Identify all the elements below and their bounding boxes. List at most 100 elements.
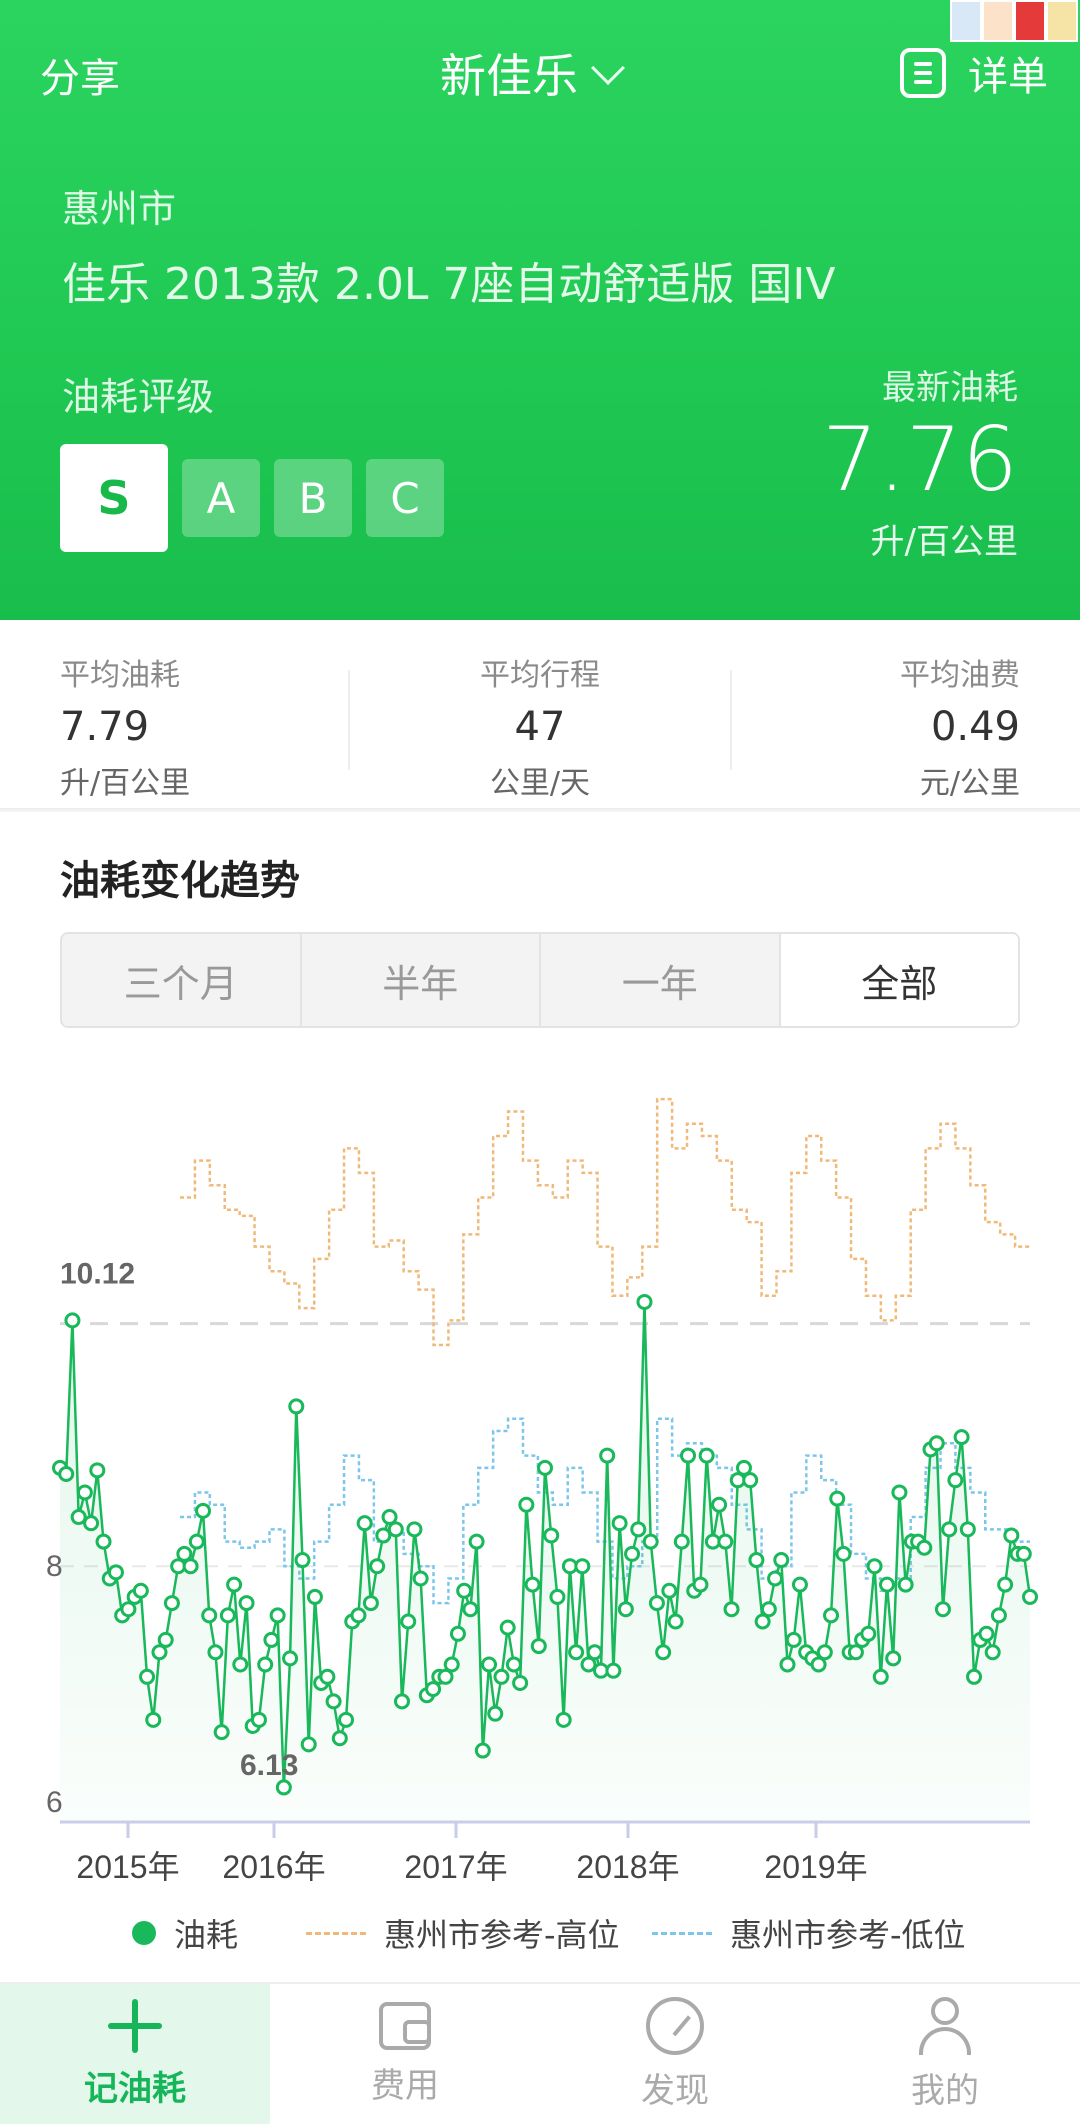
data-point (698, 1447, 715, 1464)
data-point (145, 1711, 162, 1728)
data-point (139, 1668, 156, 1685)
share-button[interactable]: 分享 (40, 46, 120, 104)
data-point (400, 1613, 417, 1630)
data-point (58, 1466, 75, 1483)
data-point (95, 1533, 112, 1550)
nav-label: 我的 (911, 2070, 979, 2111)
data-point (375, 1527, 392, 1544)
data-point (878, 1576, 895, 1593)
data-point (70, 1509, 87, 1526)
data-point (885, 1650, 902, 1667)
data-point (89, 1462, 106, 1479)
data-point (275, 1779, 292, 1796)
stat-avg-cost: 平均油费 0.49 元/公里 (680, 650, 1020, 802)
data-point (83, 1515, 100, 1532)
data-point (872, 1668, 889, 1685)
legend-consumption: 油耗 (132, 1910, 238, 1956)
data-point (474, 1742, 491, 1759)
tab-all[interactable]: 全部 (780, 934, 1018, 1026)
data-point (107, 1564, 124, 1581)
car-selector[interactable]: 新佳乐 (440, 40, 625, 106)
data-point (350, 1607, 367, 1624)
data-point (232, 1656, 249, 1673)
data-point (829, 1490, 846, 1507)
data-point (188, 1533, 205, 1550)
x-tick-label: 2017年 (404, 1849, 507, 1885)
tab-three-months[interactable]: 三个月 (62, 934, 302, 1026)
data-point (524, 1576, 541, 1593)
min-annotation: 6.13 (240, 1749, 298, 1782)
data-point (947, 1472, 964, 1489)
x-tick-label: 2015年 (76, 1849, 179, 1885)
tab-one-year[interactable]: 一年 (541, 934, 781, 1026)
data-point (785, 1631, 802, 1648)
legend-label: 惠州市参考-低位 (730, 1916, 966, 1954)
data-point (773, 1552, 790, 1569)
data-point (767, 1570, 784, 1587)
data-point (779, 1656, 796, 1673)
data-point (163, 1595, 180, 1612)
data-point (1022, 1588, 1038, 1605)
data-point (574, 1558, 591, 1575)
stat-unit: 元/公里 (919, 766, 1020, 801)
data-point (449, 1625, 466, 1642)
data-point (306, 1588, 323, 1605)
data-point (897, 1576, 914, 1593)
data-point (288, 1398, 305, 1415)
trend-section: 8 6 10.12 6.13 2015年 2016年 2017年 2018年 2019年 油耗变… (0, 812, 1080, 1982)
nav-label: 记油耗 (84, 2068, 186, 2109)
chart-legend: 油耗 惠州市参考-高位 惠州市参考-低位 (0, 1910, 1080, 1960)
data-point (928, 1435, 945, 1452)
data-point (760, 1601, 777, 1618)
city-label: 惠州市 (62, 187, 177, 231)
data-point (916, 1539, 933, 1556)
nav-record[interactable]: 记油耗 (0, 1984, 270, 2124)
data-point (543, 1527, 560, 1544)
data-point (182, 1558, 199, 1575)
stat-value: 47 (514, 704, 566, 750)
data-point (219, 1607, 236, 1624)
nav-discover[interactable]: 发现 (540, 1984, 810, 2124)
nav-profile[interactable]: 我的 (810, 1984, 1080, 2124)
data-point (586, 1644, 603, 1661)
legend-dash-icon (652, 1931, 712, 1935)
data-point (64, 1312, 81, 1329)
person-icon (917, 1996, 973, 2055)
data-point (512, 1674, 529, 1691)
data-point (537, 1459, 553, 1476)
nav-label: 费用 (371, 2065, 439, 2106)
grade-a: A (182, 459, 260, 537)
detail-button[interactable]: 详单 (900, 44, 1048, 102)
nav-expenses[interactable]: 费用 (270, 1984, 540, 2124)
data-point (655, 1644, 672, 1661)
data-point (667, 1613, 684, 1630)
data-point (505, 1656, 522, 1673)
range-tabs: 三个月 半年 一年 全部 (60, 932, 1020, 1028)
y-tick-label: 8 (46, 1550, 63, 1583)
legend-dash-icon (306, 1931, 366, 1935)
data-point (393, 1693, 410, 1710)
data-point (481, 1656, 498, 1673)
data-point (835, 1545, 852, 1562)
data-point (605, 1662, 622, 1679)
data-point (132, 1582, 149, 1599)
legend-label: 惠州市参考-高位 (384, 1916, 620, 1954)
data-point (568, 1644, 585, 1661)
latest-consumption-value: 7.76 (822, 408, 1018, 511)
data-point (282, 1650, 299, 1667)
tab-half-year[interactable]: 半年 (301, 934, 541, 1026)
data-point (742, 1472, 759, 1489)
series-ref-high-line (180, 1097, 1030, 1347)
data-point (76, 1484, 93, 1501)
data-point (195, 1502, 212, 1519)
data-point (630, 1521, 647, 1538)
data-point (816, 1644, 833, 1661)
data-point (462, 1601, 479, 1618)
stat-avg-distance: 平均行程 47 公里/天 (370, 650, 710, 802)
car-name: 新佳乐 (440, 49, 578, 103)
data-point (711, 1496, 728, 1513)
data-point (555, 1711, 572, 1728)
data-point (493, 1668, 510, 1685)
data-point (717, 1533, 734, 1550)
data-point (518, 1496, 535, 1513)
